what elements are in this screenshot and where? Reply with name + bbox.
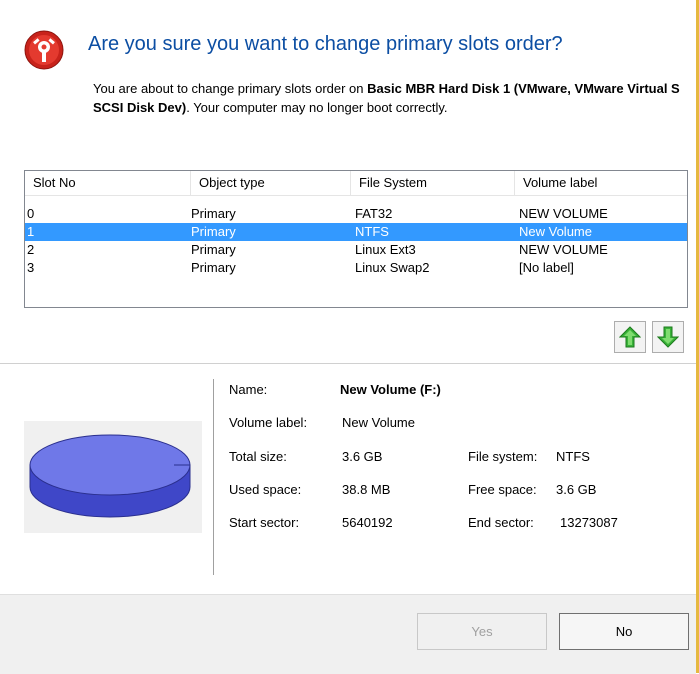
cell-fs: Linux Ext3 (355, 242, 416, 257)
end-sector-value: 13273087 (560, 515, 618, 530)
cell-type: Primary (191, 260, 236, 275)
column-header-volume-label[interactable]: Volume label (515, 171, 687, 195)
total-size-label: Total size: (229, 449, 287, 464)
name-label: Name: (229, 382, 268, 397)
start-sector-value: 5640192 (342, 515, 393, 530)
used-space-value: 38.8 MB (342, 482, 391, 497)
warning-settings-icon (24, 30, 64, 70)
section-divider (0, 363, 696, 364)
column-header-object-type[interactable]: Object type (191, 171, 351, 195)
free-space-label: Free space: (468, 482, 537, 497)
green-arrow-down-icon (657, 326, 679, 348)
cell-slot: 3 (27, 260, 35, 275)
table-row[interactable]: 3 Primary Linux Swap2 [No label] (25, 259, 687, 277)
window-left-edge (0, 0, 2, 673)
slots-table[interactable]: Slot No Object type File System Volume l… (24, 170, 688, 308)
cell-fs: NTFS (355, 224, 389, 239)
cell-type: Primary (191, 206, 236, 221)
start-sector-label: Start sector: (229, 515, 300, 530)
description-prefix: You are about to change primary slots or… (93, 81, 368, 96)
column-header-slot-no[interactable]: Slot No (25, 171, 191, 195)
file-system-value: NTFS (556, 449, 590, 464)
cell-label: NEW VOLUME (519, 242, 608, 257)
table-row[interactable]: 2 Primary Linux Ext3 NEW VOLUME (25, 241, 687, 259)
used-space-label: Used space: (229, 482, 302, 497)
table-row[interactable]: 0 Primary FAT32 NEW VOLUME (25, 205, 687, 223)
move-up-button[interactable] (614, 321, 646, 353)
cell-label: New Volume (519, 224, 592, 239)
name-value: New Volume (F:) (340, 382, 441, 397)
disk-preview (24, 421, 202, 533)
description-suffix: . Your computer may no longer boot corre… (186, 100, 448, 115)
green-arrow-up-icon (619, 326, 641, 348)
cell-fs: FAT32 (355, 206, 393, 221)
total-size-value: 3.6 GB (342, 449, 383, 464)
details-divider (213, 379, 214, 575)
cell-fs: Linux Swap2 (355, 260, 430, 275)
yes-button[interactable]: Yes (417, 613, 547, 650)
table-row-selected[interactable]: 1 Primary NTFS New Volume (25, 223, 687, 241)
free-space-value: 3.6 GB (556, 482, 597, 497)
volume-label-value: New Volume (342, 415, 415, 430)
cell-label: NEW VOLUME (519, 206, 608, 221)
column-header-file-system[interactable]: File System (351, 171, 515, 195)
table-header: Slot No Object type File System Volume l… (25, 171, 687, 196)
disk-volume-icon (29, 434, 191, 518)
dialog-title: Are you sure you want to change primary … (88, 33, 563, 55)
move-down-button[interactable] (652, 321, 684, 353)
cell-type: Primary (191, 224, 236, 239)
cell-label: [No label] (519, 260, 574, 275)
file-system-label: File system: (468, 449, 538, 464)
cell-slot: 1 (27, 224, 35, 239)
volume-label-label: Volume label: (229, 415, 308, 430)
cell-slot: 0 (27, 206, 35, 221)
cell-slot: 2 (27, 242, 35, 257)
cell-type: Primary (191, 242, 236, 257)
dialog-description: You are about to change primary slots or… (93, 79, 693, 117)
no-button[interactable]: No (559, 613, 689, 650)
end-sector-label: End sector: (468, 515, 534, 530)
